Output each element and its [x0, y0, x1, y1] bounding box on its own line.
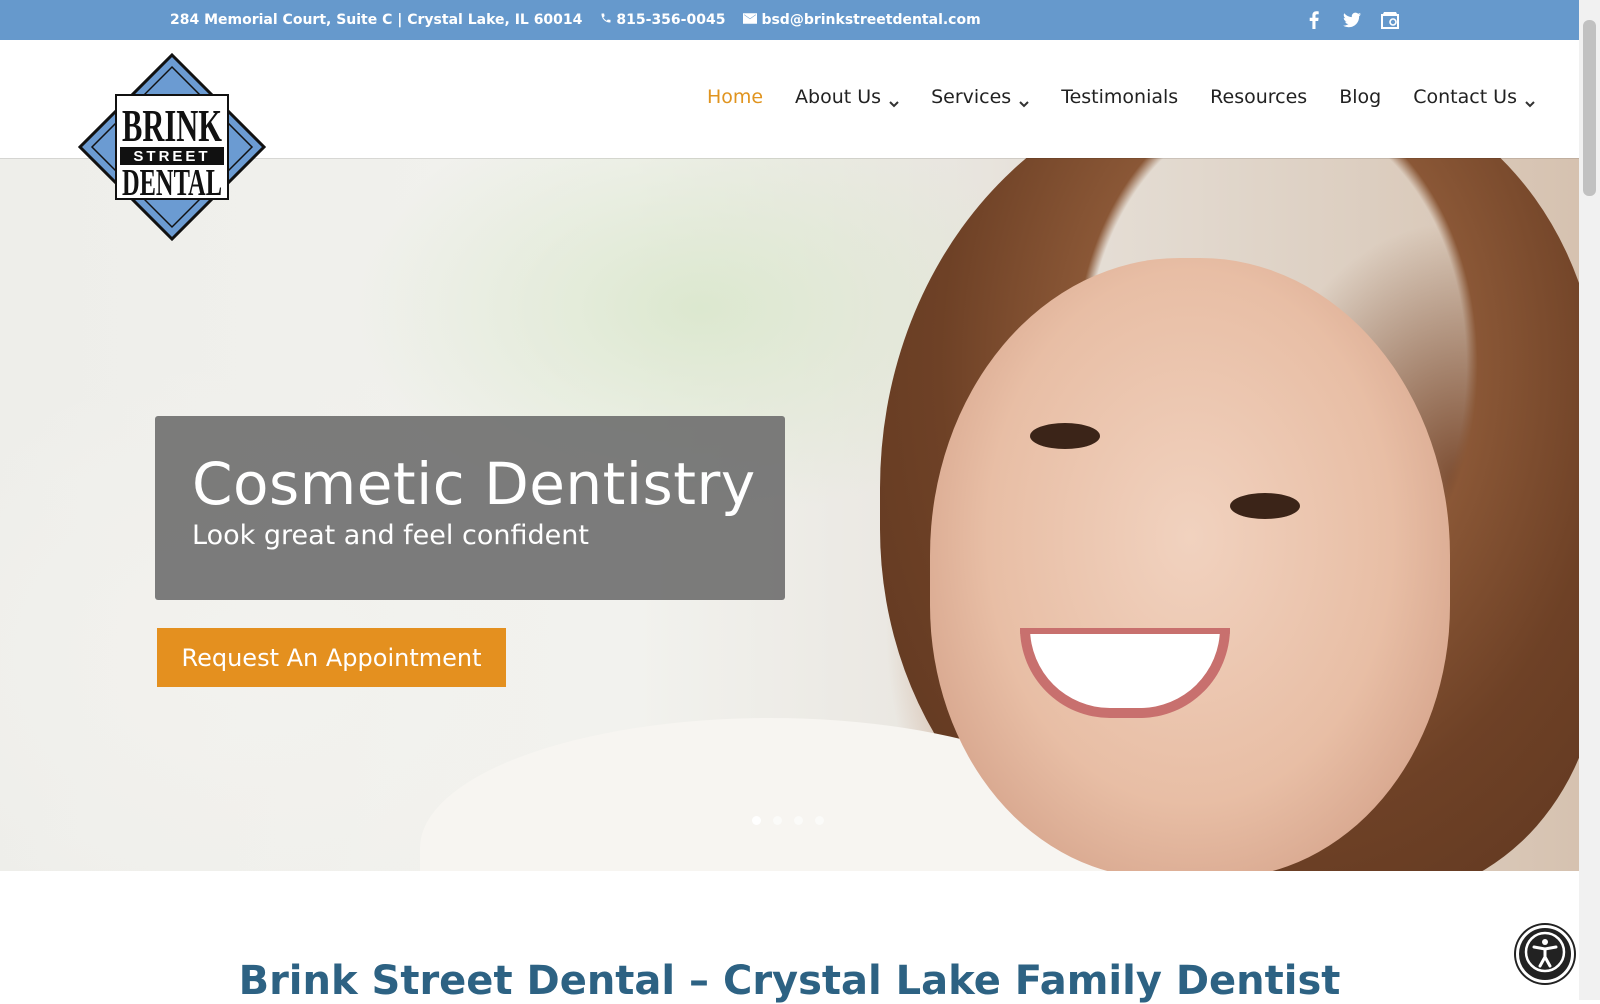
nav-item-blog[interactable]: Blog — [1339, 86, 1381, 108]
nav-item-home[interactable]: Home — [707, 86, 763, 108]
facebook-icon[interactable] — [1305, 11, 1323, 29]
request-appointment-button[interactable]: Request An Appointment — [157, 628, 506, 687]
page-heading: Brink Street Dental – Crystal Lake Famil… — [238, 958, 1341, 1004]
nav-label-contact-us: Contact Us — [1413, 86, 1517, 108]
slider-pagination — [752, 816, 824, 825]
logo-text-dental: DENTAL — [122, 162, 222, 204]
chevron-down-icon — [1019, 92, 1029, 108]
chevron-down-icon — [889, 92, 899, 108]
slide-title: Cosmetic Dentistry — [192, 450, 756, 518]
slide-dot-3[interactable] — [794, 816, 803, 825]
nav-item-about-us[interactable]: About Us — [795, 86, 899, 108]
hero-photo-eye-left — [1030, 423, 1100, 449]
nav-item-resources[interactable]: Resources — [1210, 86, 1307, 108]
slide-subtitle: Look great and feel confident — [192, 520, 589, 551]
phone-icon — [600, 11, 612, 29]
slide-dot-2[interactable] — [773, 816, 782, 825]
hero-slider: Cosmetic Dentistry Look great and feel c… — [0, 158, 1579, 871]
nav-label-about-us: About Us — [795, 86, 882, 108]
nav-label-blog: Blog — [1339, 86, 1382, 108]
phone-text: 815-356-0045 — [616, 12, 726, 28]
top-info-bar: 284 Memorial Court, Suite C | Crystal La… — [0, 0, 1579, 40]
accessibility-button[interactable] — [1516, 925, 1574, 983]
hero-photo-face — [930, 258, 1450, 871]
email-text: bsd@brinkstreetdental.com — [761, 12, 981, 28]
nav-label-resources: Resources — [1210, 86, 1308, 108]
google-my-business-icon[interactable] — [1381, 11, 1399, 29]
nav-item-testimonials[interactable]: Testimonials — [1061, 86, 1178, 108]
slide-dot-4[interactable] — [815, 816, 824, 825]
nav-label-services: Services — [931, 86, 1012, 108]
nav-label-testimonials: Testimonials — [1061, 86, 1179, 108]
contact-info: 284 Memorial Court, Suite C | Crystal La… — [170, 0, 981, 40]
nav-item-contact-us[interactable]: Contact Us — [1413, 86, 1535, 108]
address-text: 284 Memorial Court, Suite C | Crystal La… — [170, 12, 583, 28]
social-links — [1305, 0, 1399, 40]
nav-label-home: Home — [706, 86, 764, 108]
chevron-down-icon — [1525, 92, 1535, 108]
page-scrollbar[interactable] — [1579, 0, 1600, 1000]
accessibility-icon — [1523, 930, 1567, 979]
scrollbar-thumb[interactable] — [1583, 20, 1596, 196]
logo-text-brink: BRINK — [122, 100, 222, 151]
email-link[interactable]: bsd@brinkstreetdental.com — [743, 12, 981, 28]
hero-photo-eye-right — [1230, 493, 1300, 519]
brink-street-dental-logo[interactable]: BRINK STREET DENTAL — [77, 52, 267, 242]
phone-link[interactable]: 815-356-0045 — [600, 11, 725, 29]
envelope-icon — [743, 12, 758, 28]
slide-caption: Cosmetic Dentistry Look great and feel c… — [155, 416, 785, 600]
slide-dot-1[interactable] — [752, 816, 761, 825]
twitter-icon[interactable] — [1343, 11, 1361, 29]
nav-item-services[interactable]: Services — [931, 86, 1029, 108]
main-nav: Home About Us Services Testimonials Reso… — [707, 86, 1535, 108]
